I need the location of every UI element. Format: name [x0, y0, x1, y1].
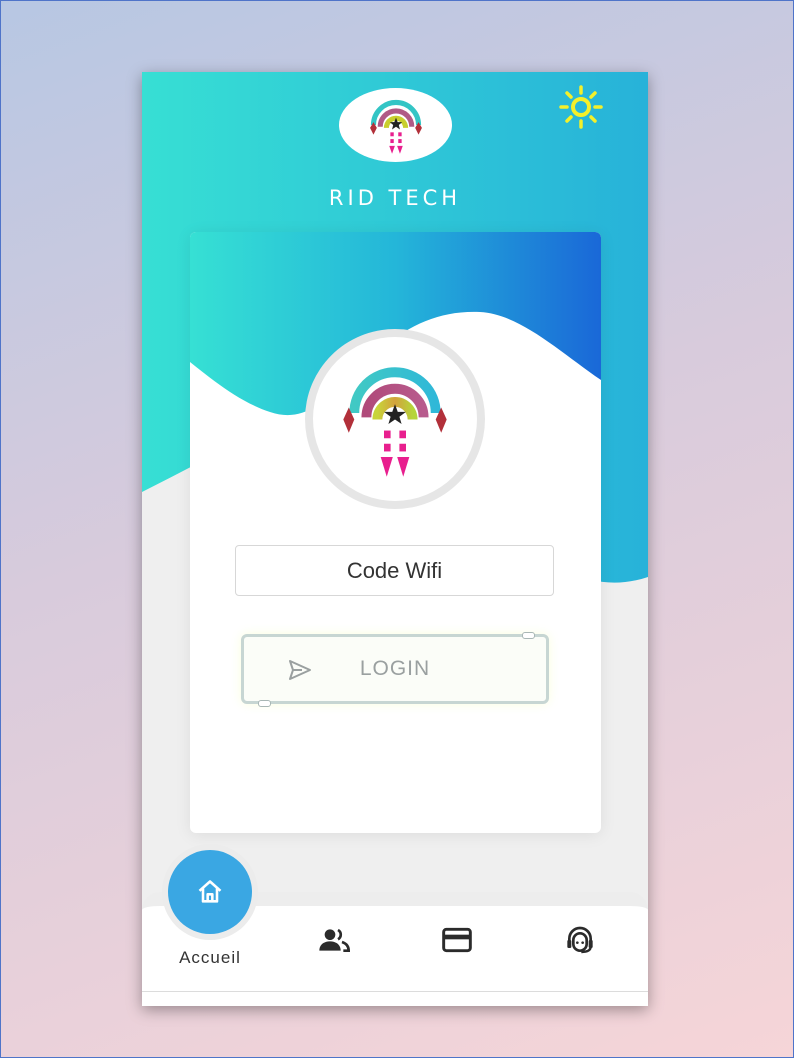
nav-item-accueil[interactable]: [162, 844, 258, 940]
login-button-label: LOGIN: [359, 657, 431, 680]
phone-screen: RID TECH Code Wifi LOGIN Accueil: [142, 72, 648, 1006]
sun-icon[interactable]: [558, 84, 604, 130]
support-agent-icon[interactable]: [564, 924, 596, 956]
home-icon: [198, 880, 222, 903]
avatar: [305, 329, 485, 509]
nav-label-accueil: Accueil: [179, 948, 241, 967]
credit-card-icon[interactable]: [441, 924, 473, 956]
rainbow-logo-icon: [343, 367, 447, 477]
resize-handle: [258, 700, 271, 707]
header-logo: [339, 88, 452, 162]
home-button[interactable]: [168, 850, 252, 934]
rainbow-logo-icon: [369, 99, 422, 154]
resize-handle: [522, 632, 535, 639]
login-card: LOGIN: [190, 232, 601, 833]
divider: [142, 991, 648, 992]
app-title: RID TECH: [328, 186, 462, 210]
code-wifi-input[interactable]: [235, 545, 554, 596]
users-icon[interactable]: [318, 924, 350, 956]
login-button[interactable]: LOGIN: [241, 632, 549, 707]
